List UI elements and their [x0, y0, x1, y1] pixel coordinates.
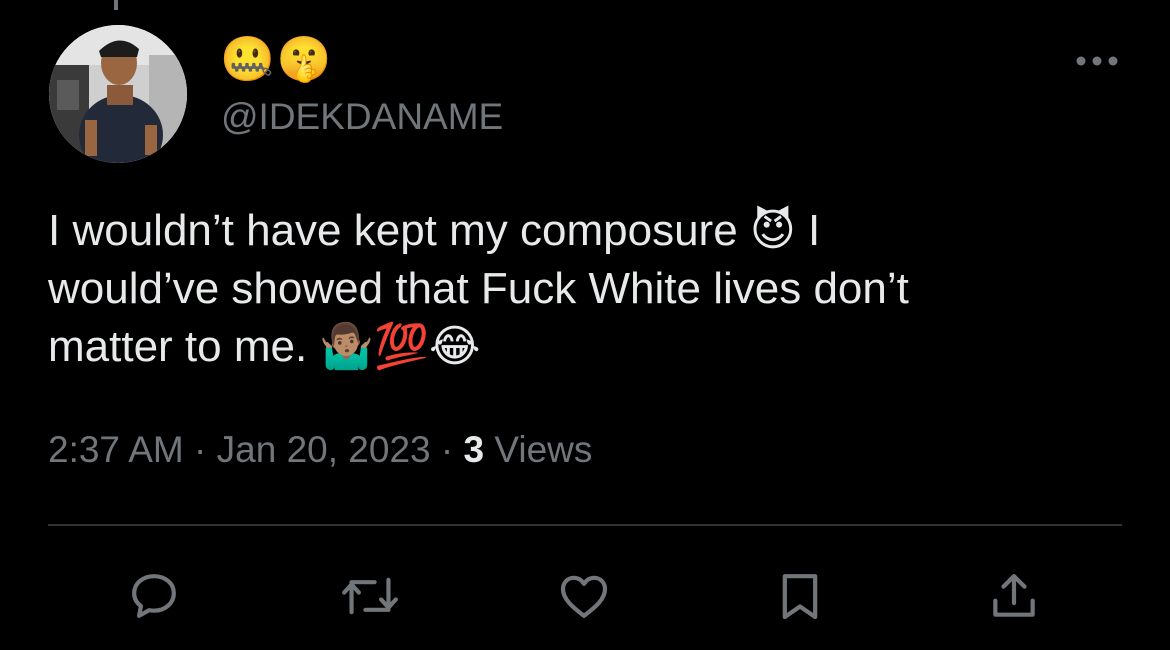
heart-icon — [560, 575, 608, 618]
retweet-icon — [342, 577, 398, 615]
tweet-text: I wouldn’t have kept my composure 😈 I wo… — [48, 206, 909, 371]
more-options-button[interactable] — [1072, 47, 1122, 75]
display-name[interactable]: 🤐🤫 — [220, 36, 334, 84]
meta-separator: · — [194, 429, 207, 470]
bookmark-icon — [782, 574, 818, 620]
more-dots-icon — [1076, 56, 1118, 66]
avatar[interactable] — [49, 25, 187, 163]
like-button[interactable] — [554, 566, 614, 626]
tweet-time[interactable]: 2:37 AM — [48, 429, 184, 470]
speech-bubble-icon — [132, 574, 176, 618]
reply-button[interactable] — [124, 566, 184, 626]
avatar-image — [49, 25, 187, 163]
share-button[interactable] — [984, 566, 1044, 626]
share-icon — [993, 574, 1035, 617]
meta-separator: · — [440, 429, 454, 470]
thread-line — [114, 0, 118, 10]
views-label[interactable]: Views — [494, 429, 592, 470]
views-count[interactable]: 3 — [464, 429, 485, 470]
user-handle[interactable]: @IDEKDANAME — [221, 96, 503, 138]
bookmark-button[interactable] — [770, 566, 830, 626]
divider — [48, 524, 1122, 526]
tweet-meta: 2:37 AM · Jan 20, 2023 · 3 Views — [48, 428, 592, 472]
tweet-date[interactable]: Jan 20, 2023 — [217, 429, 431, 470]
retweet-button[interactable] — [340, 566, 400, 626]
